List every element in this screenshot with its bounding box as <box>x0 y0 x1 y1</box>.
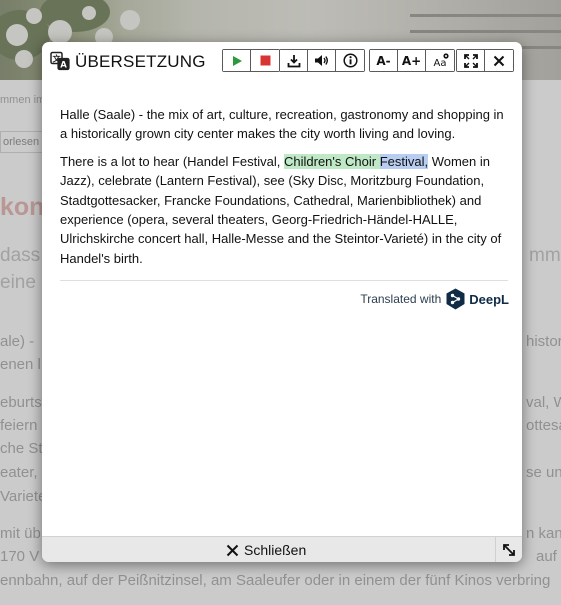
deepl-attribution[interactable]: Translated with DeepL <box>360 288 509 310</box>
play-button[interactable] <box>223 50 251 71</box>
gear-icon <box>443 53 449 59</box>
volume-icon <box>315 55 328 66</box>
close-button-label: Schließen <box>244 542 307 558</box>
resize-arrow-icon <box>503 543 515 556</box>
download-icon <box>287 54 300 67</box>
translation-dialog: 文 A ÜBERSETZUNG A- A+ Aa Halle (Saale) -… <box>42 42 522 562</box>
svg-text:A: A <box>60 60 67 70</box>
current-word-highlight: Festival, <box>379 153 429 169</box>
attribution-text: Translated with <box>360 292 442 306</box>
dialog-header: 文 A ÜBERSETZUNG A- A+ Aa <box>42 42 522 80</box>
dialog-footer: Schließen <box>42 536 522 562</box>
expand-icon <box>463 53 478 68</box>
font-decrease-button[interactable]: A- <box>370 50 398 71</box>
translation-paragraph-1: Halle (Saale) - the mix of art, culture,… <box>60 107 504 142</box>
volume-button[interactable] <box>308 50 336 71</box>
playback-controls <box>222 49 280 72</box>
paragraph-text: Women in Jazz), celebrate (Lantern Festi… <box>60 153 502 266</box>
font-increase-button[interactable]: A+ <box>398 50 426 71</box>
translation-paragraph-2: There is a lot to hear (Handel Festival,… <box>60 152 510 268</box>
close-icon <box>493 55 505 66</box>
resize-handle[interactable] <box>495 537 522 562</box>
font-increase-label: A+ <box>401 53 422 68</box>
audio-controls <box>279 49 365 72</box>
stop-icon <box>260 55 270 66</box>
close-button[interactable]: Schließen <box>226 541 306 559</box>
play-icon <box>232 55 242 66</box>
download-button[interactable] <box>280 50 308 71</box>
font-controls: A- A+ Aa <box>369 49 455 72</box>
close-x-button[interactable] <box>485 50 513 71</box>
highlighted-phrase: Children's Choir <box>284 153 380 169</box>
close-icon <box>226 544 239 556</box>
deepl-brand: DeepL <box>469 291 509 307</box>
info-icon <box>342 53 358 68</box>
font-settings-button[interactable]: Aa <box>426 50 454 71</box>
dialog-title: ÜBERSETZUNG <box>75 52 206 71</box>
info-button[interactable] <box>336 50 364 71</box>
font-decrease-label: A- <box>376 53 391 68</box>
translate-icon: 文 A <box>50 51 70 70</box>
divider <box>60 280 508 281</box>
window-controls <box>456 49 514 72</box>
translation-content: Halle (Saale) - the mix of art, culture,… <box>60 105 510 276</box>
fullscreen-button[interactable] <box>457 50 485 71</box>
paragraph-text: There is a lot to hear (Handel Festival, <box>60 153 284 169</box>
deepl-logo-icon <box>446 288 465 310</box>
stop-button[interactable] <box>251 50 279 71</box>
